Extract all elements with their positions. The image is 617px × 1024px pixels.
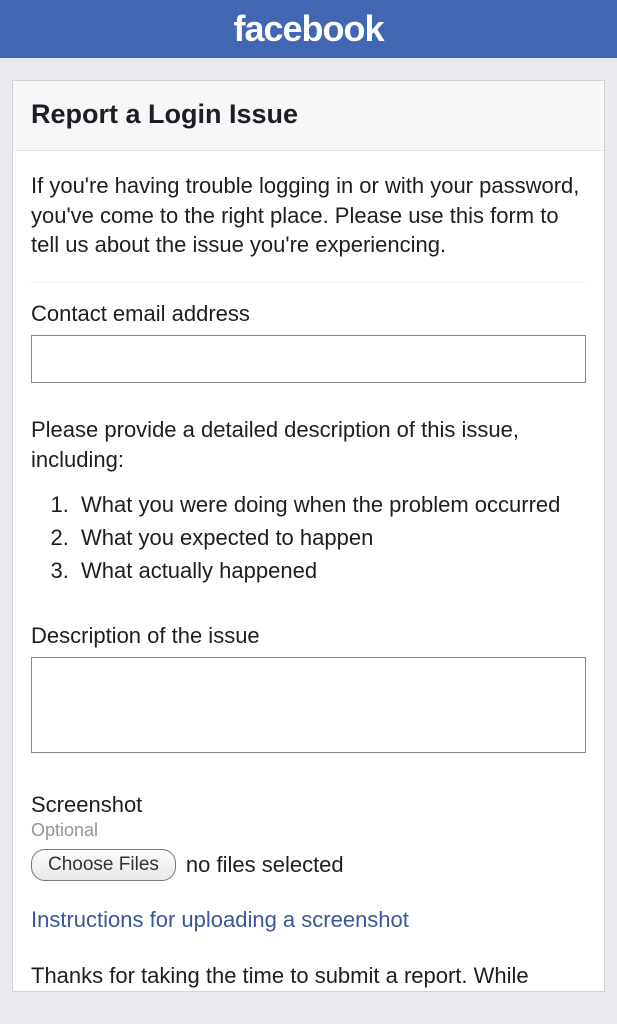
facebook-logo: facebook (233, 8, 383, 50)
email-label: Contact email address (31, 301, 586, 327)
optional-label: Optional (31, 820, 586, 841)
thanks-text: Thanks for taking the time to submit a r… (31, 961, 586, 991)
app-header: facebook (0, 0, 617, 58)
list-item: What you expected to happen (75, 521, 586, 554)
choose-files-button[interactable]: Choose Files (31, 849, 176, 881)
description-list: What you were doing when the problem occ… (31, 488, 586, 587)
file-status-text: no files selected (186, 852, 344, 878)
description-label: Description of the issue (31, 623, 586, 649)
file-upload-row: Choose Files no files selected (31, 849, 586, 881)
list-item: What you were doing when the problem occ… (75, 488, 586, 521)
description-prompt: Please provide a detailed description of… (31, 415, 586, 474)
screenshot-label: Screenshot (31, 792, 586, 818)
description-field[interactable] (31, 657, 586, 753)
instructions-link[interactable]: Instructions for uploading a screenshot (31, 907, 586, 933)
title-section: Report a Login Issue (13, 81, 604, 151)
form-content: If you're having trouble logging in or w… (13, 151, 604, 991)
list-item: What actually happened (75, 554, 586, 587)
email-field[interactable] (31, 335, 586, 383)
page-title: Report a Login Issue (31, 99, 586, 130)
form-container: Report a Login Issue If you're having tr… (12, 80, 605, 992)
intro-text: If you're having trouble logging in or w… (31, 171, 586, 283)
